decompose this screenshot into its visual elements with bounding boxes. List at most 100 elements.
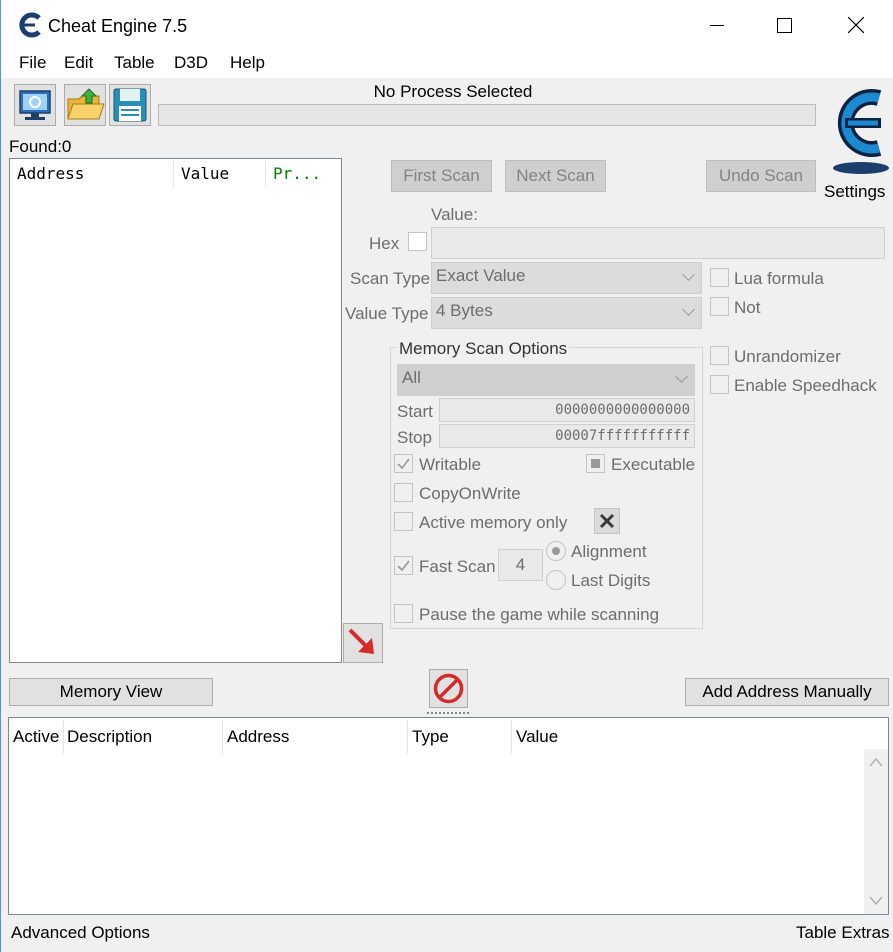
memory-region-select[interactable]: All (397, 364, 695, 396)
address-list-column-value[interactable]: Value (516, 727, 558, 747)
floppy-disk-icon (113, 88, 147, 122)
indeterminate-icon (591, 459, 600, 468)
menu-help[interactable]: Help (230, 53, 265, 73)
menu-bar: File Edit Table D3D Help (1, 50, 893, 78)
value-input[interactable] (431, 227, 885, 259)
maximize-icon (777, 18, 792, 33)
column-divider (407, 720, 408, 754)
minimize-icon (710, 25, 724, 26)
fast-scan-label: Fast Scan (419, 557, 496, 576)
settings-label[interactable]: Settings (824, 182, 885, 202)
memory-scan-options-title: Memory Scan Options (397, 339, 570, 359)
results-column-previous[interactable]: Pr... (273, 164, 321, 183)
memory-region-value: All (402, 368, 421, 387)
address-list-column-address[interactable]: Address (227, 727, 289, 747)
fast-scan-value-input[interactable]: 4 (498, 549, 543, 581)
stop-address-input[interactable]: 00007fffffffffff (439, 424, 695, 448)
unrandomizer-label: Unrandomizer (734, 347, 841, 366)
value-type-select[interactable]: 4 Bytes (431, 297, 702, 329)
menu-edit[interactable]: Edit (64, 53, 93, 73)
lua-formula-label: Lua formula (734, 269, 824, 288)
open-file-button[interactable] (64, 84, 106, 126)
menu-d3d[interactable]: D3D (174, 53, 208, 73)
menu-table[interactable]: Table (114, 53, 155, 73)
maximize-button[interactable] (757, 0, 812, 50)
scan-type-label: Scan Type (350, 269, 431, 288)
stop-scan-button[interactable] (429, 669, 468, 708)
address-list-column-description[interactable]: Description (67, 727, 152, 747)
results-column-value[interactable]: Value (181, 164, 229, 183)
red-arrow-down-right-icon (348, 628, 374, 654)
last-digits-radio[interactable] (546, 570, 566, 590)
active-memory-only-label: Active memory only (419, 513, 568, 532)
undo-scan-button[interactable]: Undo Scan (706, 160, 816, 192)
save-file-button[interactable] (109, 84, 151, 126)
writable-checkbox[interactable] (394, 454, 413, 473)
window-title: Cheat Engine 7.5 (48, 16, 188, 36)
address-list-column-active[interactable]: Active (13, 727, 59, 747)
hex-label: Hex (369, 234, 400, 253)
value-label: Value: (431, 205, 478, 224)
select-process-button[interactable] (14, 84, 56, 126)
scan-results-list[interactable]: Address Value Pr... (9, 158, 342, 663)
alignment-radio[interactable] (546, 541, 566, 561)
column-divider (265, 161, 266, 187)
title-bar: Cheat Engine 7.5 (1, 0, 893, 50)
not-label: Not (734, 298, 761, 317)
x-icon (599, 513, 615, 529)
start-address-input[interactable]: 0000000000000000 (439, 398, 695, 422)
scan-type-select[interactable]: Exact Value (431, 262, 702, 294)
add-address-manually-button[interactable]: Add Address Manually (685, 678, 889, 706)
close-button[interactable] (829, 0, 884, 50)
last-digits-label: Last Digits (571, 571, 651, 590)
checkmark-icon (397, 458, 410, 470)
column-divider (63, 720, 64, 754)
address-list-scrollbar[interactable] (864, 749, 888, 914)
cheat-engine-logo-icon (19, 12, 41, 38)
process-label: No Process Selected (373, 82, 533, 101)
menu-file[interactable]: File (19, 53, 46, 73)
lua-formula-checkbox[interactable] (710, 268, 729, 287)
executable-checkbox[interactable] (586, 454, 605, 473)
writable-label: Writable (419, 455, 482, 474)
unrandomizer-checkbox[interactable] (710, 346, 729, 365)
cheat-engine-logo-icon (833, 89, 889, 174)
stop-label: Stop (397, 428, 432, 447)
pause-game-label: Pause the game while scanning (419, 605, 660, 624)
scroll-up-icon[interactable] (869, 757, 883, 767)
scroll-down-icon[interactable] (869, 896, 883, 906)
copy-on-write-label: CopyOnWrite (419, 484, 521, 503)
column-divider (222, 720, 223, 754)
radio-dot-icon (552, 547, 560, 555)
address-list-column-type[interactable]: Type (412, 727, 449, 747)
fast-scan-checkbox[interactable] (394, 556, 413, 575)
next-scan-button[interactable]: Next Scan (505, 160, 606, 192)
advanced-options-link[interactable]: Advanced Options (11, 923, 150, 943)
value-type-value: 4 Bytes (436, 301, 493, 320)
table-extras-link[interactable]: Table Extras (796, 923, 890, 943)
checkmark-icon (397, 560, 410, 572)
executable-label: Executable (611, 455, 696, 474)
copy-on-write-checkbox[interactable] (394, 483, 413, 502)
memory-view-button[interactable]: Memory View (9, 678, 213, 706)
computer-monitor-icon (19, 90, 51, 120)
splitter-handle[interactable] (427, 712, 469, 715)
minimize-button[interactable] (689, 0, 744, 50)
chevron-down-icon (682, 268, 695, 281)
close-process-button[interactable] (594, 508, 620, 534)
value-type-label: Value Type (345, 304, 429, 323)
column-divider (511, 720, 512, 754)
address-list[interactable]: Active Description Address Type Value (8, 717, 889, 915)
alignment-label: Alignment (571, 542, 647, 561)
cheat-engine-window: Cheat Engine 7.5 File Edit Table D3D Hel… (0, 0, 893, 952)
add-selected-to-list-button[interactable] (343, 623, 383, 663)
hex-checkbox[interactable] (408, 232, 427, 251)
pause-game-checkbox[interactable] (394, 604, 413, 623)
first-scan-button[interactable]: First Scan (391, 160, 492, 192)
results-column-address[interactable]: Address (17, 164, 84, 183)
active-memory-only-checkbox[interactable] (394, 512, 413, 531)
settings-logo-button[interactable] (821, 78, 891, 176)
not-checkbox[interactable] (710, 297, 729, 316)
speedhack-checkbox[interactable] (710, 375, 729, 394)
open-folder-icon (67, 88, 105, 120)
